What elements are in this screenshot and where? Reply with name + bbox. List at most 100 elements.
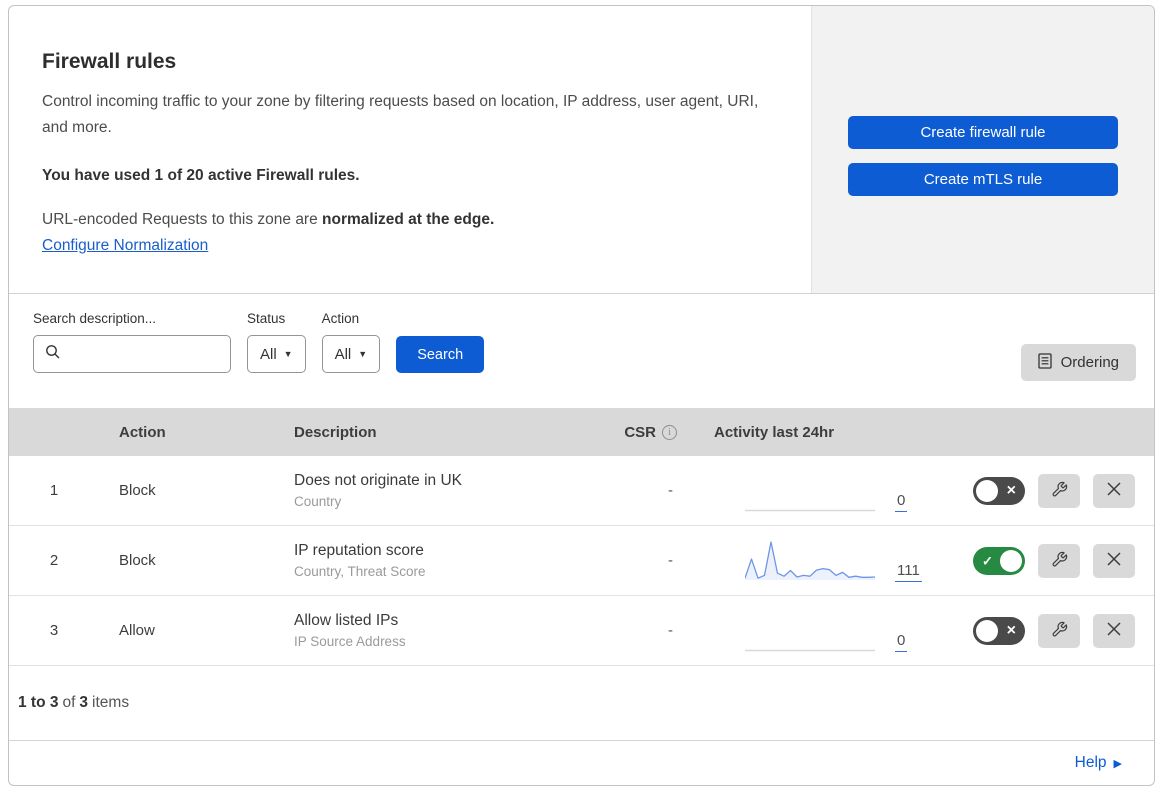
toggle-state-icon: ✓ [982,553,993,568]
chevron-down-icon: ▼ [283,349,293,359]
rule-description: Does not originate in UK [294,472,463,489]
enable-toggle[interactable]: ✓ [973,546,1025,575]
rule-activity-cell: 111 [689,526,939,595]
status-dropdown[interactable]: All ▼ [247,335,306,373]
status-filter-group: Status All ▼ [247,311,306,373]
rule-description: Allow listed IPs [294,612,399,629]
arrow-right-icon: ▶ [1113,757,1122,770]
close-icon [1106,481,1122,500]
normalization-prefix: URL-encoded Requests to this zone are [42,211,323,229]
page-description: Control incoming traffic to your zone by… [42,93,759,137]
rule-action: Block [119,552,156,569]
table-row: 1 Block Does not originate in UK Country… [9,456,1154,526]
filter-bar: Search description... Status All ▼ Actio… [9,294,1154,408]
edit-rule-button[interactable] [1038,613,1080,648]
toggle-knob [976,479,998,502]
toggle-knob [1000,549,1022,572]
col-csr: CSR i [624,424,689,441]
help-bar: Help ▶ [9,740,1154,785]
search-icon [45,344,61,365]
activity-sparkline [744,538,876,582]
wrench-icon [1051,551,1068,571]
table-row: 3 Allow Allow listed IPs IP Source Addre… [9,596,1154,666]
create-mtls-rule-button[interactable]: Create mTLS rule [848,162,1118,196]
rule-activity-cell: 0 [689,456,939,525]
rule-csr-value: - [668,622,673,639]
rule-action: Allow [119,622,155,639]
chevron-down-icon: ▼ [358,349,368,359]
summary-range: 1 to 3 [18,694,59,711]
col-action: Action [119,423,166,441]
delete-rule-button[interactable] [1093,543,1135,578]
delete-rule-button[interactable] [1093,473,1135,508]
rule-controls: ✓ [939,543,1154,578]
normalization-bold: normalized at the edge. [322,211,495,229]
activity-count-link[interactable]: 0 [895,492,908,512]
col-activity: Activity last 24hr [714,423,835,441]
close-icon [1106,551,1122,570]
rule-criteria: Country [294,494,342,509]
rule-controls: × [939,473,1154,508]
rule-description-cell: Allow listed IPs IP Source Address [274,612,599,649]
rule-priority: 1 [49,482,59,499]
search-label: Search description... [33,311,157,326]
close-icon [1106,621,1122,640]
activity-count-link[interactable]: 0 [895,632,908,652]
rule-controls: × [939,613,1154,648]
activity-sparkline [745,468,875,512]
enable-toggle[interactable]: × [973,476,1025,505]
wrench-icon [1051,481,1068,501]
toggle-knob [976,619,998,642]
page-title: Firewall rules [42,50,177,73]
summary-total: 3 [79,694,89,711]
edit-rule-button[interactable] [1038,543,1080,578]
create-firewall-rule-button[interactable]: Create firewall rule [848,115,1118,149]
rule-description-cell: Does not originate in UK Country [274,472,599,509]
search-group: Search description... [33,311,250,373]
toggle-state-icon: × [1006,621,1016,639]
rule-description: IP reputation score [294,542,424,559]
rule-priority: 3 [49,622,59,639]
action-dropdown-value: All [334,345,352,363]
rule-criteria: Country, Threat Score [294,564,426,579]
info-icon[interactable]: i [662,424,677,440]
col-description: Description [294,423,377,441]
header-text-block: Firewall rules Control incoming traffic … [9,6,811,293]
activity-sparkline [745,608,875,652]
rule-action: Block [119,482,156,499]
wrench-icon [1051,621,1068,641]
action-dropdown[interactable]: All ▼ [321,335,381,373]
toggle-state-icon: × [1006,481,1016,499]
status-label: Status [247,311,286,326]
normalization-text: URL-encoded Requests to this zone are no… [42,211,771,229]
rule-activity-cell: 0 [689,596,939,665]
rule-csr-value: - [668,552,673,569]
pagination-summary: 1 to 3 of 3 items [9,666,1154,740]
header-section: Firewall rules Control incoming traffic … [9,6,1154,294]
list-document-icon [1037,352,1052,373]
enable-toggle[interactable]: × [973,616,1025,645]
rule-criteria: IP Source Address [294,634,406,649]
search-button[interactable]: Search [396,336,485,373]
configure-normalization-link[interactable]: Configure Normalization [42,237,208,255]
table-header: Action Description CSR i Activity last 2… [9,408,1154,456]
ordering-button-label: Ordering [1060,354,1119,371]
rule-description-cell: IP reputation score Country, Threat Scor… [274,542,599,579]
search-input[interactable] [69,346,250,362]
edit-rule-button[interactable] [1038,473,1080,508]
ordering-button[interactable]: Ordering [1020,344,1136,381]
help-link[interactable]: Help ▶ [1075,754,1122,772]
delete-rule-button[interactable] [1093,613,1135,648]
actions-panel: Create firewall rule Create mTLS rule [811,6,1154,293]
activity-count-link[interactable]: 111 [895,562,922,582]
action-filter-group: Action All ▼ [321,311,381,373]
status-dropdown-value: All [260,345,277,363]
col-csr-label: CSR [624,423,656,441]
search-box[interactable] [33,335,250,373]
firewall-rules-card: Firewall rules Control incoming traffic … [8,5,1155,786]
rule-csr-value: - [668,482,673,499]
summary-of: of [62,694,76,711]
table-row: 2 Block IP reputation score Country, Thr… [9,526,1154,596]
action-label: Action [321,311,360,326]
rule-priority: 2 [49,552,59,569]
